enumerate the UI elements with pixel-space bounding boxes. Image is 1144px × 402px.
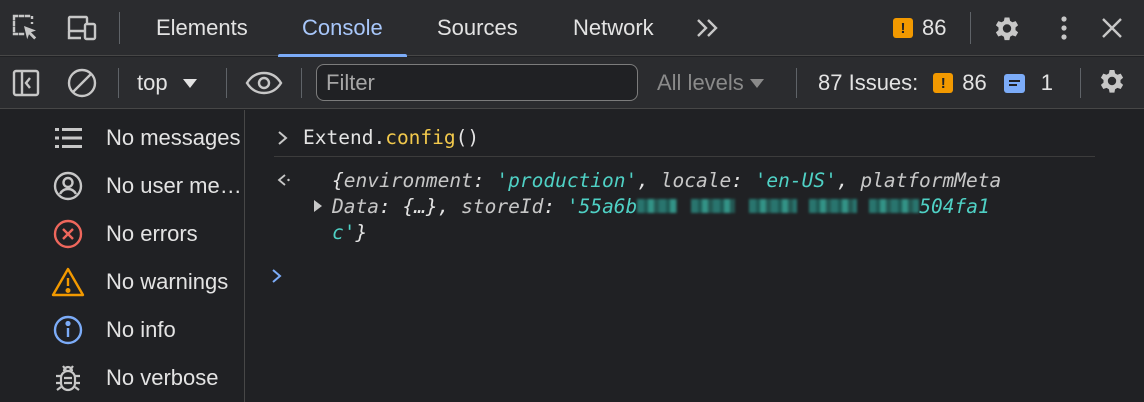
- toolbar-divider: [301, 68, 302, 98]
- redacted-block: [869, 199, 920, 213]
- sidebar-item-label: No warnings: [106, 269, 229, 294]
- result-value: '55a6b: [566, 194, 638, 218]
- list-icon: [48, 118, 88, 158]
- issues-warning-count: 86: [962, 70, 987, 95]
- tab-sources[interactable]: Sources: [433, 0, 522, 56]
- result-value: c': [332, 220, 356, 244]
- error-icon: [48, 214, 88, 254]
- toolbar-divider: [1080, 68, 1081, 98]
- result-key: storeId: [461, 194, 544, 218]
- tab-console[interactable]: Console: [278, 0, 407, 57]
- input-object: Extend: [303, 125, 374, 149]
- tab-network[interactable]: Network: [569, 0, 658, 56]
- redacted-block: [637, 199, 678, 213]
- close-icon[interactable]: [1092, 8, 1132, 48]
- console-prompt-input[interactable]: [294, 260, 1094, 290]
- input-method: config: [385, 125, 456, 149]
- context-selector[interactable]: top: [124, 57, 224, 109]
- sidebar-item-label: No errors: [106, 221, 198, 246]
- inspect-element-icon[interactable]: [6, 8, 46, 48]
- result-chevron-icon: [277, 174, 290, 186]
- clear-console-icon[interactable]: [62, 63, 102, 103]
- context-selector-label: top: [137, 70, 168, 95]
- issues-label: 87 Issues:: [818, 70, 919, 95]
- sidebar-toggle-icon[interactable]: [6, 63, 46, 103]
- tab-elements[interactable]: Elements: [152, 0, 252, 56]
- console-output[interactable]: Extend. config() {environment: 'productio…: [246, 110, 1144, 402]
- more-options-icon[interactable]: [1044, 8, 1084, 48]
- console-input-line: Extend. config(): [303, 123, 479, 151]
- result-key: platformMeta: [860, 168, 1002, 192]
- result-value: 'production': [496, 168, 638, 192]
- sidebar-item-verbose[interactable]: No verbose: [0, 354, 244, 402]
- input-dot: .: [373, 125, 386, 149]
- tabbar-divider: [119, 12, 120, 44]
- result-value: 504fa1: [919, 194, 990, 218]
- sidebar-item-errors[interactable]: No errors: [0, 210, 244, 258]
- sidebar-item-label: No info: [106, 317, 176, 342]
- result-value: {…}: [402, 194, 438, 218]
- warnings-count: 86: [922, 15, 947, 40]
- redacted-block: [809, 199, 858, 213]
- result-line-3: c'}: [332, 220, 368, 244]
- devtools-tab-bar: Elements Console Sources Network ! 86: [0, 0, 1144, 57]
- sidebar-item-warnings[interactable]: No warnings: [0, 258, 244, 306]
- device-toolbar-icon[interactable]: [62, 8, 102, 48]
- tabbar-divider: [970, 12, 971, 44]
- log-levels-label: All levels: [657, 70, 744, 95]
- live-expression-eye-icon[interactable]: [242, 63, 286, 103]
- prompt-chevron-icon: [272, 269, 282, 283]
- input-parens: (): [455, 125, 480, 149]
- sidebar-item-label: No messages: [106, 125, 241, 150]
- warnings-counter[interactable]: ! 86: [893, 0, 946, 56]
- console-divider: [274, 156, 1095, 157]
- toolbar-divider: [796, 68, 797, 98]
- info-message-icon: [1003, 73, 1025, 93]
- result-key: environment: [343, 168, 473, 192]
- result-key: locale: [660, 168, 732, 192]
- user-icon: [48, 166, 88, 206]
- redacted-block: [691, 199, 736, 213]
- toolbar-divider: [226, 68, 227, 98]
- result-value: 'en-US': [754, 168, 837, 192]
- result-key: Data: [332, 194, 379, 218]
- warning-badge-icon: !: [933, 73, 954, 93]
- sidebar-item-label: No verbose: [106, 365, 219, 390]
- filter-input[interactable]: [316, 64, 638, 101]
- issues-info-count: 1: [1040, 70, 1054, 95]
- more-tabs-icon[interactable]: [688, 8, 728, 48]
- console-settings-gear-icon[interactable]: [1092, 63, 1132, 103]
- bug-icon: [48, 358, 88, 398]
- sidebar-item-label: No user messages: [106, 173, 242, 198]
- warning-icon: [48, 262, 88, 302]
- dropdown-arrow-icon: [182, 79, 197, 88]
- dropdown-arrow-icon: [749, 79, 764, 88]
- input-chevron-icon: [278, 131, 288, 145]
- issues-button[interactable]: 87 Issues: ! 86 1: [818, 57, 1053, 109]
- redacted-block: [749, 199, 798, 213]
- info-icon: [48, 310, 88, 350]
- toolbar-divider: [118, 68, 119, 98]
- expand-triangle-icon[interactable]: [312, 198, 324, 214]
- log-levels-dropdown[interactable]: All levels: [657, 57, 765, 109]
- result-line-2: Data: {…}, storeId: '55a6b 504fa1: [332, 194, 990, 218]
- sidebar-item-user-messages[interactable]: No user messages: [0, 162, 244, 210]
- settings-gear-icon[interactable]: [987, 8, 1027, 48]
- console-sidebar: No messages No user messages No errors: [0, 110, 245, 402]
- sidebar-item-messages[interactable]: No messages: [0, 114, 244, 162]
- warning-badge-icon: !: [893, 18, 913, 38]
- sidebar-item-info[interactable]: No info: [0, 306, 244, 354]
- result-line-1: {environment: 'production', locale: 'en-…: [332, 168, 1002, 192]
